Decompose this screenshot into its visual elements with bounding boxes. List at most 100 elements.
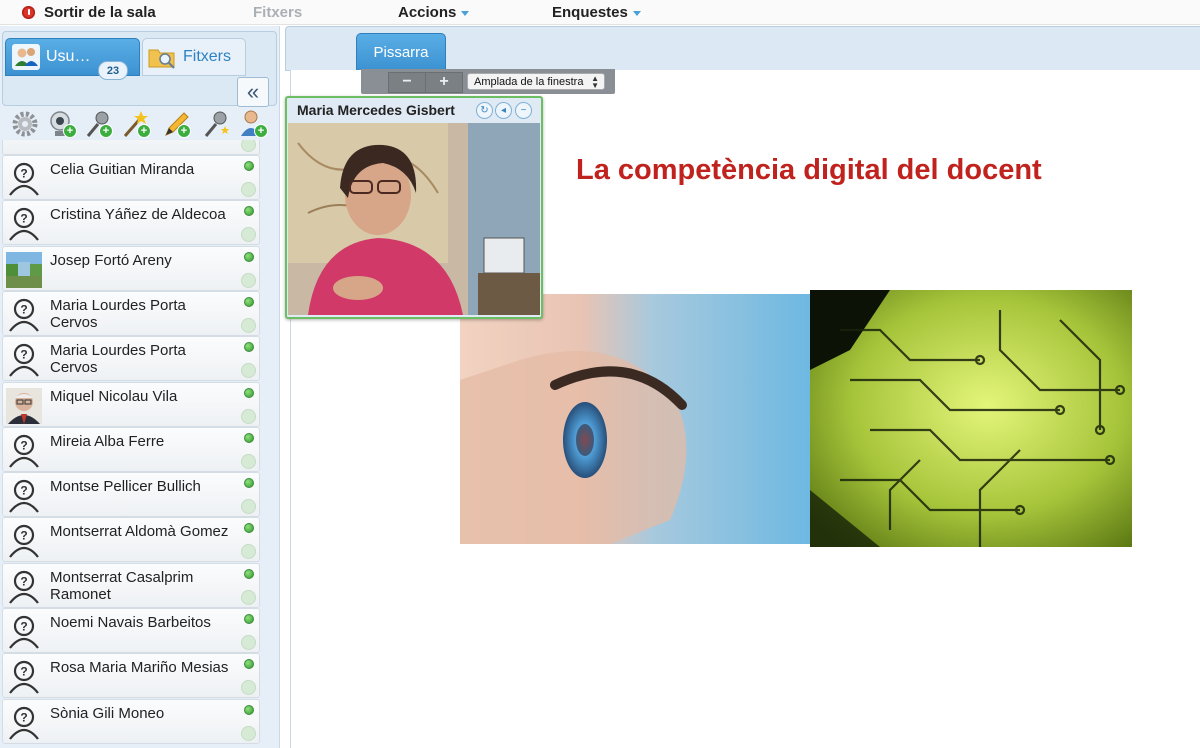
- user-name: Rosa Maria Mariño Mesias: [50, 659, 229, 677]
- list-item[interactable]: ? Noemi Navais Barbeitos: [2, 608, 260, 653]
- status-offline-dot: [241, 499, 256, 515]
- status-offline-dot: [241, 182, 256, 197]
- video-pod[interactable]: Maria Mercedes Gisbert ↻ ◂ −: [285, 96, 543, 319]
- user-name: Noemi Navais Barbeitos: [50, 614, 211, 631]
- zoom-select-value: Amplada de la finestra: [474, 76, 584, 88]
- status-online-dot: [244, 161, 254, 171]
- main-tab-bar: Pissarra: [285, 26, 1200, 71]
- status-offline-dot: [241, 680, 256, 696]
- list-item[interactable]: ? Celia Guitian Miranda: [2, 155, 260, 200]
- status-offline-dot: [241, 408, 256, 424]
- user-name: Montse Pellicer Bullich: [50, 478, 201, 496]
- menu-actions-label: Accions: [398, 3, 457, 21]
- status-online-dot: [244, 614, 254, 624]
- list-item[interactable]: ? Mireia Alba Ferre: [2, 426, 260, 472]
- user-name: Maria Lourdes Porta Cervos: [50, 296, 186, 331]
- menu-polls[interactable]: Enquestes: [552, 2, 641, 22]
- slide-title: La competència digital del docent: [576, 154, 1042, 186]
- user-placeholder-icon: ?: [9, 706, 39, 740]
- list-item[interactable]: ? Montse Pellicer Bullich: [2, 472, 260, 518]
- status-offline-dot: [241, 317, 256, 333]
- status-offline-dot: [241, 589, 256, 605]
- zoom-out-button[interactable]: −: [388, 72, 426, 93]
- svg-text:?: ?: [20, 484, 27, 498]
- list-item[interactable]: ? Sònia Gili Moneo: [2, 698, 260, 744]
- microphone-star-icon: [204, 111, 230, 137]
- status-online-dot: [244, 296, 254, 307]
- add-microphone-button[interactable]: +: [83, 108, 113, 140]
- user-placeholder-icon: ?: [9, 298, 39, 332]
- status-online-dot: [244, 342, 254, 353]
- user-name: Sònia Gili Moneo: [50, 704, 165, 722]
- svg-text:?: ?: [20, 438, 27, 452]
- list-item[interactable]: ? Rosa Maria Mariño Mesias: [2, 653, 260, 699]
- svg-text:?: ?: [20, 348, 27, 362]
- user-count-badge: 23: [98, 61, 128, 80]
- user-placeholder-icon: ?: [9, 615, 39, 649]
- double-chevron-left-icon: «: [246, 79, 260, 104]
- exit-room-label: Sortir de la sala: [44, 3, 156, 21]
- user-name: Celia Guitian Miranda: [50, 161, 195, 178]
- menu-polls-label: Enquestes: [552, 3, 628, 21]
- list-item[interactable]: ? Montserrat Aldomà Gomez: [2, 517, 260, 563]
- list-item[interactable]: ? Maria Lourdes Porta Cervos: [2, 290, 260, 336]
- status-online-dot: [244, 523, 254, 534]
- add-user-button[interactable]: +: [238, 108, 268, 140]
- tab-files-label: Fitxers: [183, 48, 231, 65]
- video-pod-title: Maria Mercedes Gisbert: [297, 102, 455, 118]
- user-name: Mireia Alba Ferre: [50, 432, 165, 450]
- refresh-icon[interactable]: ↻: [476, 102, 493, 119]
- add-webcam-button[interactable]: +: [47, 108, 77, 140]
- status-offline-dot: [241, 140, 256, 152]
- svg-text:?: ?: [20, 620, 27, 634]
- exit-room-button[interactable]: Sortir de la sala: [22, 2, 156, 22]
- user-name: Montserrat Casalprim Ramonet: [50, 568, 194, 603]
- add-pencil-button[interactable]: +: [161, 108, 191, 140]
- user-name: Maria Lourdes Porta Cervos: [50, 342, 186, 377]
- add-wand-button[interactable]: +: [121, 108, 151, 140]
- minimize-icon[interactable]: −: [515, 102, 532, 119]
- collapse-panel-button[interactable]: «: [237, 77, 269, 107]
- status-online-dot: [244, 387, 254, 398]
- list-item[interactable]: Miquel Nicolau Vila: [2, 381, 260, 427]
- user-list[interactable]: ? Celia Guitian Miranda? Cristina Yáñez de…: [2, 140, 260, 748]
- menu-files[interactable]: Fitxers: [253, 2, 302, 22]
- user-placeholder-icon: ?: [9, 434, 39, 468]
- list-item[interactable]: Josep Fortó Areny: [2, 245, 260, 291]
- list-item[interactable]: ? Maria Lourdes Porta Cervos: [2, 336, 260, 382]
- folder-search-icon: [148, 49, 175, 69]
- plus-icon: +: [99, 124, 113, 138]
- user-placeholder-icon: ?: [9, 570, 39, 604]
- list-item[interactable]: ? Cristina Yáñez de Aldecoa: [2, 200, 260, 246]
- settings-button[interactable]: [10, 108, 40, 140]
- top-menu-bar: Sortir de la sala Fitxers Accions Enques…: [0, 0, 1200, 25]
- status-offline-dot: [241, 453, 256, 469]
- gear-icon: [12, 111, 38, 137]
- status-offline-dot: [241, 227, 256, 243]
- tab-whiteboard[interactable]: Pissarra: [356, 33, 446, 71]
- status-offline-dot: [241, 725, 256, 741]
- power-icon: [22, 5, 35, 19]
- svg-text:?: ?: [20, 665, 27, 679]
- tab-files[interactable]: Fitxers: [142, 38, 246, 76]
- status-offline-dot: [241, 363, 256, 379]
- user-name: Josep Fortó Areny: [50, 251, 172, 269]
- menu-actions[interactable]: Accions: [398, 2, 470, 22]
- speaker-icon[interactable]: ◂: [495, 102, 512, 119]
- status-online-dot: [244, 432, 254, 443]
- microphone-star-button[interactable]: [201, 108, 231, 140]
- list-item[interactable]: [2, 140, 260, 155]
- status-online-dot: [244, 478, 254, 489]
- user-toolbar: + + + + +: [8, 108, 273, 140]
- status-online-dot: [244, 568, 254, 579]
- chevron-down-icon: [632, 10, 641, 16]
- user-placeholder-icon: ?: [9, 208, 39, 241]
- zoom-in-button[interactable]: +: [425, 72, 463, 93]
- status-offline-dot: [241, 544, 256, 560]
- zoom-toolbar: − + Amplada de la finestra ▲ ▼: [361, 69, 615, 94]
- user-avatar-landscape: [6, 251, 42, 288]
- tab-users[interactable]: Usu… 23: [5, 38, 140, 80]
- zoom-select[interactable]: Amplada de la finestra ▲ ▼: [467, 73, 605, 90]
- menu-files-label: Fitxers: [253, 3, 303, 21]
- list-item[interactable]: ? Montserrat Casalprim Ramonet: [2, 562, 260, 608]
